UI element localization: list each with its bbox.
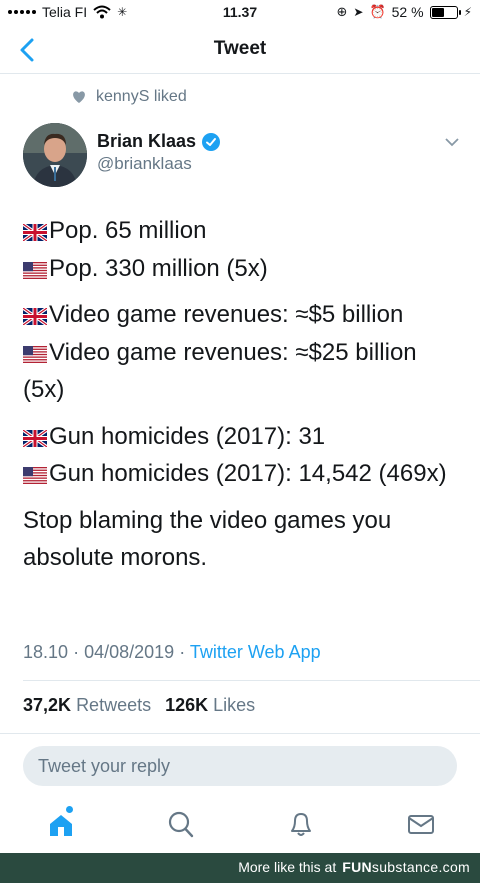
tweet-text: Pop. 65 million Pop. 330 million (5x) Vi… <box>23 212 463 586</box>
meta-separator: · <box>179 642 186 662</box>
tweet-line: Gun homicides (2017): 31 <box>23 418 463 456</box>
bell-icon[interactable] <box>286 808 316 840</box>
tweet-time: 18.10 <box>23 642 69 662</box>
uk-flag-icon <box>23 224 47 241</box>
retweets-stat[interactable]: 37,2K Retweets <box>23 695 151 716</box>
divider <box>23 680 480 681</box>
tab-bar <box>0 800 480 852</box>
tweet-line: Pop. 330 million (5x) <box>23 250 463 288</box>
heart-icon <box>73 90 85 103</box>
social-context: kennyS liked <box>72 88 187 106</box>
tweet-line: Video game revenues: ≈$25 billion (5x) <box>23 338 417 403</box>
watermark-logo: FUNsubstance.com <box>342 859 470 875</box>
alarm-icon: ⏰ <box>369 4 386 19</box>
us-flag-icon <box>23 467 47 484</box>
status-bar: Telia FI ✳ 11.37 ⊕ ➤ ⏰ 52 % ⚡ <box>0 0 480 26</box>
status-right: ⊕ ➤ ⏰ 52 % ⚡ <box>336 4 472 20</box>
tweet-stats: 37,2K Retweets 126K Likes <box>23 695 255 716</box>
tweet-line: Gun homicides (2017): 14,542 (469x) <box>23 455 463 493</box>
avatar[interactable] <box>23 123 87 187</box>
mail-icon[interactable] <box>406 808 436 840</box>
tweet-closing-line: Stop blaming the video games you <box>23 506 392 534</box>
battery-percent: 52 % <box>391 4 424 20</box>
nav-bar: Tweet <box>0 26 480 74</box>
author-handle[interactable]: @brianklaas <box>97 154 192 174</box>
social-context-label: kennyS liked <box>96 88 187 105</box>
search-icon[interactable] <box>166 808 196 840</box>
verified-badge-icon <box>202 132 221 151</box>
uk-flag-icon <box>23 308 47 325</box>
author-name[interactable]: Brian Klaas <box>97 131 221 152</box>
likes-stat[interactable]: 126K Likes <box>165 695 255 716</box>
reply-input[interactable]: Tweet your reply <box>23 746 457 786</box>
tweet-closing-line: absolute morons. <box>23 544 208 571</box>
notification-dot <box>66 806 73 813</box>
tweet-date: 04/08/2019 <box>84 642 175 662</box>
avatar-image <box>23 123 87 187</box>
meta-separator: · <box>73 642 80 662</box>
charging-icon: ⚡ <box>463 5 472 19</box>
us-flag-icon <box>23 261 47 279</box>
tweet-meta: 18.10 · 04/08/2019 · Twitter Web App <box>23 642 321 663</box>
chevron-down-icon[interactable] <box>444 136 460 148</box>
tweet-source-link[interactable]: Twitter Web App <box>190 642 321 662</box>
home-icon[interactable] <box>46 808 76 840</box>
divider <box>0 733 480 734</box>
uk-flag-icon <box>23 429 47 447</box>
us-flag-icon <box>23 345 47 363</box>
lock-rotation-icon: ⊕ <box>336 4 348 19</box>
watermark-text: More like this at <box>238 859 337 875</box>
author-name-text: Brian Klaas <box>97 131 197 151</box>
location-icon: ➤ <box>353 5 364 19</box>
tweet-line: Video game revenues: ≈$5 billion <box>23 296 463 334</box>
battery-icon <box>429 5 461 19</box>
watermark-banner: More like this at FUNsubstance.com <box>0 853 480 883</box>
tweet-line: Pop. 65 million <box>23 212 463 250</box>
page-title: Tweet <box>213 38 267 59</box>
